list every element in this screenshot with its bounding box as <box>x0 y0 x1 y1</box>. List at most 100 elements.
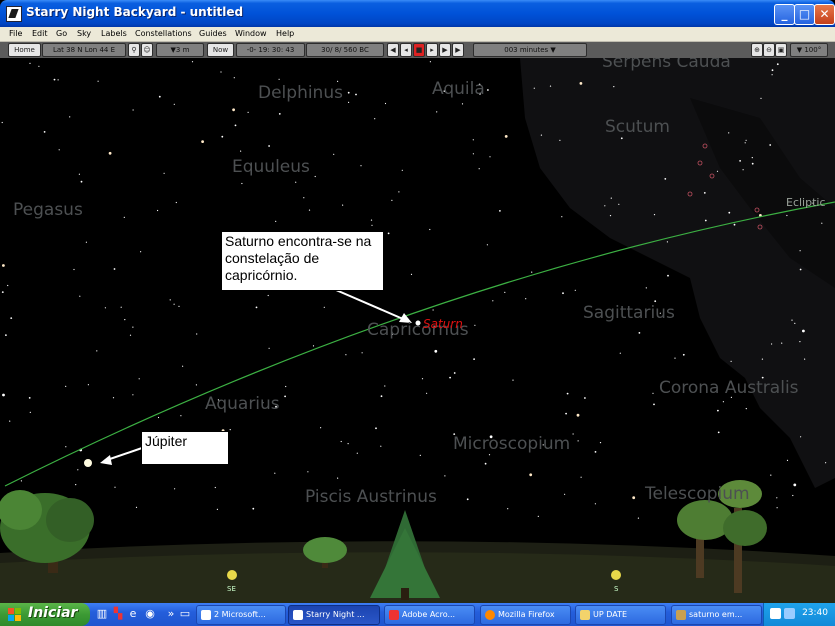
zoom-in-icon[interactable]: ⊕ <box>751 43 763 57</box>
star <box>531 271 533 273</box>
start-button[interactable]: Iniciar <box>0 603 90 626</box>
star <box>436 111 438 113</box>
star <box>410 273 413 275</box>
menu-go[interactable]: Go <box>56 29 67 38</box>
star <box>85 241 87 243</box>
quicklaunch-folder-icon[interactable]: ▭ <box>178 607 192 621</box>
star <box>561 216 563 218</box>
star <box>674 357 676 359</box>
zoom-dropdown[interactable]: ▼ 100° <box>790 43 828 57</box>
stop-icon[interactable]: ■ <box>413 43 425 57</box>
taskbar-item-adobe-acrobat[interactable]: Adobe Acro... <box>384 605 475 625</box>
star <box>429 228 431 231</box>
taskbar-item-microsoft-word[interactable]: 2 Microsoft... <box>196 605 286 625</box>
taskbar-item-starry-night[interactable]: Starry Night ... <box>288 605 380 625</box>
observer-icon[interactable]: ⚲ <box>128 43 140 57</box>
title-bar[interactable]: Starry Night Backyard - untitled _ □ ✕ <box>0 0 835 27</box>
menu-constellations[interactable]: Constellations <box>135 29 192 38</box>
taskbar-item-mozilla-firefox[interactable]: Mozilla Firefox <box>480 605 571 625</box>
tray-bluetooth-icon[interactable] <box>770 608 781 619</box>
star <box>5 334 7 336</box>
star <box>825 462 827 464</box>
star <box>80 180 83 183</box>
star <box>760 97 762 99</box>
star <box>821 222 823 224</box>
star <box>356 452 358 454</box>
menu-window[interactable]: Window <box>235 29 267 38</box>
elevation-dropdown[interactable]: ▼3 m <box>156 43 204 57</box>
folder-icon <box>580 609 590 620</box>
now-button[interactable]: Now <box>207 43 234 57</box>
star <box>232 108 236 112</box>
label-aquarius: Aquarius <box>205 394 280 414</box>
star <box>664 178 667 180</box>
step-forward-fast-icon[interactable]: ▶ <box>452 43 464 57</box>
star <box>717 431 720 434</box>
star <box>432 309 434 311</box>
star <box>28 397 31 399</box>
zoom-out-icon[interactable]: ⊖ <box>763 43 775 57</box>
label-corona-australis: Corona Australis <box>659 378 799 398</box>
star <box>342 204 344 206</box>
star <box>507 508 509 510</box>
menu-help[interactable]: Help <box>276 29 294 38</box>
document-icon <box>676 609 686 620</box>
star <box>525 298 527 300</box>
quicklaunch-app-icon[interactable]: ▚ <box>111 607 125 621</box>
quicklaunch-ie-icon[interactable]: e <box>126 607 140 621</box>
star <box>584 397 586 399</box>
time-readout[interactable]: -0- 19: 30: 43 <box>236 43 305 57</box>
sky-view[interactable]: Serpens Cauda Delphinus Aquila Scutum Eq… <box>0 58 835 603</box>
maximize-button[interactable]: □ <box>794 4 815 25</box>
star <box>478 168 480 170</box>
menu-edit[interactable]: Edit <box>32 29 48 38</box>
step-back-fast-icon[interactable]: ◀ <box>387 43 399 57</box>
star <box>666 241 669 243</box>
zoom-box-icon[interactable]: ▣ <box>775 43 787 57</box>
time-step-dropdown[interactable]: 003 minutes ▼ <box>473 43 587 57</box>
minimize-button[interactable]: _ <box>774 4 795 25</box>
home-button[interactable]: Home <box>8 43 41 57</box>
person-icon[interactable]: ☺ <box>141 43 153 57</box>
quicklaunch-desktop-icon[interactable]: ▥ <box>95 607 109 621</box>
star <box>78 173 80 175</box>
play-icon[interactable]: ▸ <box>426 43 438 57</box>
menu-guides[interactable]: Guides <box>199 29 227 38</box>
star <box>577 440 579 442</box>
tray-network-icon[interactable] <box>784 608 795 619</box>
firefox-icon <box>485 609 495 620</box>
starry-night-app-icon[interactable] <box>6 6 22 22</box>
taskbar-item-update-folder[interactable]: UP DATE <box>575 605 666 625</box>
step-back-icon[interactable]: ◂ <box>400 43 412 57</box>
star <box>320 427 322 429</box>
star <box>240 150 242 152</box>
location-readout[interactable]: Lat 38 N Lon 44 E <box>42 43 126 57</box>
star <box>421 378 424 380</box>
star <box>653 214 656 216</box>
saturn-label[interactable]: Saturn <box>423 317 463 331</box>
star <box>652 392 654 394</box>
star <box>488 454 491 456</box>
quicklaunch-more-icon[interactable]: » <box>164 607 178 621</box>
jupiter-callout: Júpiter <box>141 431 229 465</box>
star <box>375 427 377 430</box>
menu-labels[interactable]: Labels <box>101 29 127 38</box>
close-button[interactable]: ✕ <box>814 4 835 25</box>
star <box>295 181 297 183</box>
menu-file[interactable]: File <box>9 29 22 38</box>
taskbar-item-saturno[interactable]: saturno em... <box>671 605 762 625</box>
star <box>2 393 5 397</box>
clock[interactable]: 23:40 <box>802 608 828 618</box>
star <box>562 292 564 295</box>
quicklaunch-media-icon[interactable]: ◉ <box>143 607 157 621</box>
star <box>370 219 373 221</box>
star <box>613 86 615 88</box>
menu-sky[interactable]: Sky <box>77 29 91 38</box>
step-forward-icon[interactable]: ▶ <box>439 43 451 57</box>
star <box>751 162 754 165</box>
star <box>252 507 255 510</box>
star <box>347 91 350 94</box>
date-readout[interactable]: 30/ 8/ 560 BC <box>306 43 384 57</box>
star <box>565 412 567 415</box>
star <box>195 384 197 386</box>
